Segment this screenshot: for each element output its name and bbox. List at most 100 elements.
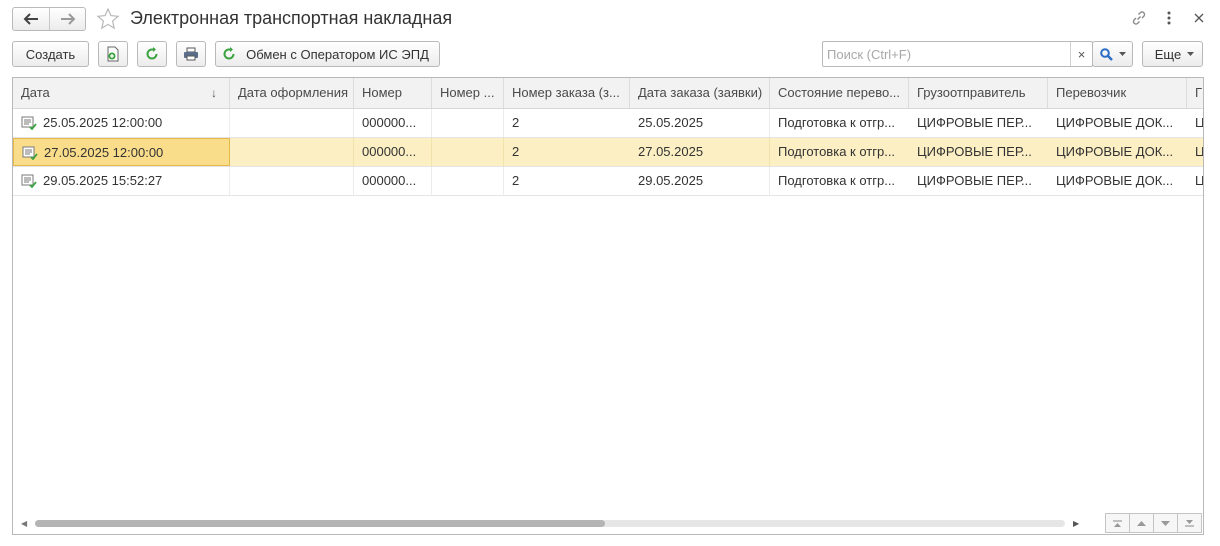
column-header-order-number[interactable]: Номер заказа (з... — [504, 78, 630, 108]
cell-order-number[interactable]: 2 — [504, 109, 630, 137]
command-bar: Создать Обмен с Оператором ИС ЭПД × Еще — [12, 41, 1204, 67]
cell-order-date[interactable]: 27.05.2025 — [630, 138, 770, 166]
cell-text: 000000... — [362, 173, 417, 188]
cell-number[interactable]: 000000... — [354, 109, 432, 137]
print-button[interactable] — [176, 41, 206, 67]
cell-carrier[interactable]: ЦИФРОВЫЕ ДОК... — [1048, 138, 1187, 166]
column-header-transport-state[interactable]: Состояние перево... — [770, 78, 909, 108]
column-header-registration-date[interactable]: Дата оформления — [230, 78, 354, 108]
go-first-icon[interactable] — [1105, 513, 1130, 533]
more-button[interactable]: Еще — [1142, 41, 1203, 67]
column-header-shipper[interactable]: Грузоотправитель — [909, 78, 1048, 108]
cell-text: Подготовка к отгр... — [778, 115, 896, 130]
search-options-button[interactable] — [1092, 41, 1133, 67]
cell-carrier[interactable]: ЦИФРОВЫЕ ДОК... — [1048, 167, 1187, 195]
cell-consignee[interactable]: Ц — [1187, 167, 1204, 195]
refresh-icon — [146, 47, 158, 60]
window-controls — [1130, 9, 1208, 27]
cell-text: 25.05.2025 — [638, 115, 704, 130]
cell-shipper[interactable]: ЦИФРОВЫЕ ПЕР... — [909, 109, 1048, 137]
create-button[interactable]: Создать — [12, 41, 89, 67]
cell-registration-date[interactable] — [230, 109, 354, 137]
cell-text: 000000... — [362, 144, 417, 159]
column-header-number[interactable]: Номер — [354, 78, 432, 108]
cell-transport-state[interactable]: Подготовка к отгр... — [770, 167, 909, 195]
search-field: × — [822, 41, 1093, 67]
arrow-left-icon — [23, 13, 38, 25]
cell-order-date[interactable]: 29.05.2025 — [630, 167, 770, 195]
scroll-right-icon[interactable]: ▶ — [1073, 519, 1079, 528]
cell-number[interactable]: 000000... — [354, 167, 432, 195]
cell-number-2[interactable] — [432, 109, 504, 137]
table-row[interactable]: 25.05.2025 12:00:00 000000... 2 25.05.2025 П… — [13, 109, 1204, 138]
cell-text: 27.05.2025 — [638, 144, 704, 159]
horizontal-scrollbar[interactable]: ◀ ▶ — [13, 513, 1203, 534]
scroll-left-icon[interactable]: ◀ — [21, 519, 27, 528]
column-header-number-2[interactable]: Номер ... — [432, 78, 504, 108]
scrollbar-track[interactable] — [35, 520, 1065, 527]
favorite-star-button[interactable] — [96, 7, 120, 31]
cell-text: 27.05.2025 12:00:00 — [44, 145, 164, 160]
cell-number-2[interactable] — [432, 138, 504, 166]
cell-registration-date[interactable] — [230, 138, 354, 166]
cell-text: Ц — [1195, 144, 1204, 159]
cell-order-number[interactable]: 2 — [504, 167, 630, 195]
cell-registration-date[interactable] — [230, 167, 354, 195]
forward-button[interactable] — [49, 8, 85, 30]
column-header-date[interactable]: Дата ↓ — [13, 78, 230, 108]
cell-shipper[interactable]: ЦИФРОВЫЕ ПЕР... — [909, 138, 1048, 166]
cell-text: 2 — [512, 173, 520, 188]
table-row[interactable]: 27.05.2025 12:00:00 000000... 2 27.05.2025 П… — [13, 138, 1204, 167]
scrollbar-thumb[interactable] — [35, 520, 605, 527]
posted-document-icon — [21, 174, 37, 188]
search-input[interactable] — [823, 42, 1061, 66]
cell-order-date[interactable]: 25.05.2025 — [630, 109, 770, 137]
posted-document-icon — [21, 116, 37, 130]
column-header-consignee[interactable]: Г — [1187, 78, 1203, 108]
cell-transport-state[interactable]: Подготовка к отгр... — [770, 109, 909, 137]
cell-carrier[interactable]: ЦИФРОВЫЕ ДОК... — [1048, 109, 1187, 137]
cell-shipper[interactable]: ЦИФРОВЫЕ ПЕР... — [909, 167, 1048, 195]
cell-number-2[interactable] — [432, 167, 504, 195]
cell-text: 29.05.2025 15:52:27 — [43, 173, 163, 188]
create-button-label: Создать — [25, 46, 76, 62]
exchange-button-label: Обмен с Оператором ИС ЭПД — [246, 46, 429, 62]
page-down-icon[interactable] — [1153, 513, 1178, 533]
table-row[interactable]: 29.05.2025 15:52:27 000000... 2 29.05.2025 П… — [13, 167, 1204, 196]
cell-text: ЦИФРОВЫЕ ДОК... — [1056, 144, 1174, 159]
add-document-icon — [107, 46, 119, 62]
close-icon[interactable] — [1190, 9, 1208, 27]
column-header-order-date[interactable]: Дата заказа (заявки) — [630, 78, 770, 108]
cell-date[interactable]: 25.05.2025 12:00:00 — [13, 109, 230, 137]
cell-text: Подготовка к отгр... — [778, 144, 896, 159]
go-last-icon[interactable] — [1177, 513, 1202, 533]
cell-consignee[interactable]: Ц — [1187, 138, 1204, 166]
cell-consignee[interactable]: Ц — [1187, 109, 1204, 137]
documents-table: Дата ↓ Дата оформления Номер Номер ... Н… — [12, 77, 1204, 535]
column-header-carrier[interactable]: Перевозчик — [1048, 78, 1187, 108]
copy-document-button[interactable] — [98, 41, 128, 67]
cell-text: Подготовка к отгр... — [778, 173, 896, 188]
cell-text: Ц — [1195, 115, 1204, 130]
page-up-icon[interactable] — [1129, 513, 1154, 533]
cell-text: 29.05.2025 — [638, 173, 704, 188]
table-header: Дата ↓ Дата оформления Номер Номер ... Н… — [13, 78, 1203, 109]
cell-transport-state[interactable]: Подготовка к отгр... — [770, 138, 909, 166]
exchange-with-operator-button[interactable]: Обмен с Оператором ИС ЭПД — [215, 41, 440, 67]
back-button[interactable] — [13, 8, 49, 30]
clear-icon: × — [1077, 46, 1086, 62]
cell-text: ЦИФРОВЫЕ ДОК... — [1056, 173, 1174, 188]
search-clear-button[interactable]: × — [1070, 42, 1092, 66]
cell-date[interactable]: 27.05.2025 12:00:00 — [13, 138, 230, 166]
refresh-button[interactable] — [137, 41, 167, 67]
link-icon[interactable] — [1130, 9, 1148, 27]
cell-text: 25.05.2025 12:00:00 — [43, 115, 163, 130]
more-options-icon[interactable] — [1160, 9, 1178, 27]
cell-text: ЦИФРОВЫЕ ДОК... — [1056, 115, 1174, 130]
cell-text: Ц — [1195, 173, 1204, 188]
sort-desc-icon: ↓ — [211, 86, 217, 100]
cell-order-number[interactable]: 2 — [504, 138, 630, 166]
cell-number[interactable]: 000000... — [354, 138, 432, 166]
cell-date[interactable]: 29.05.2025 15:52:27 — [13, 167, 230, 195]
cell-text: ЦИФРОВЫЕ ПЕР... — [917, 173, 1032, 188]
